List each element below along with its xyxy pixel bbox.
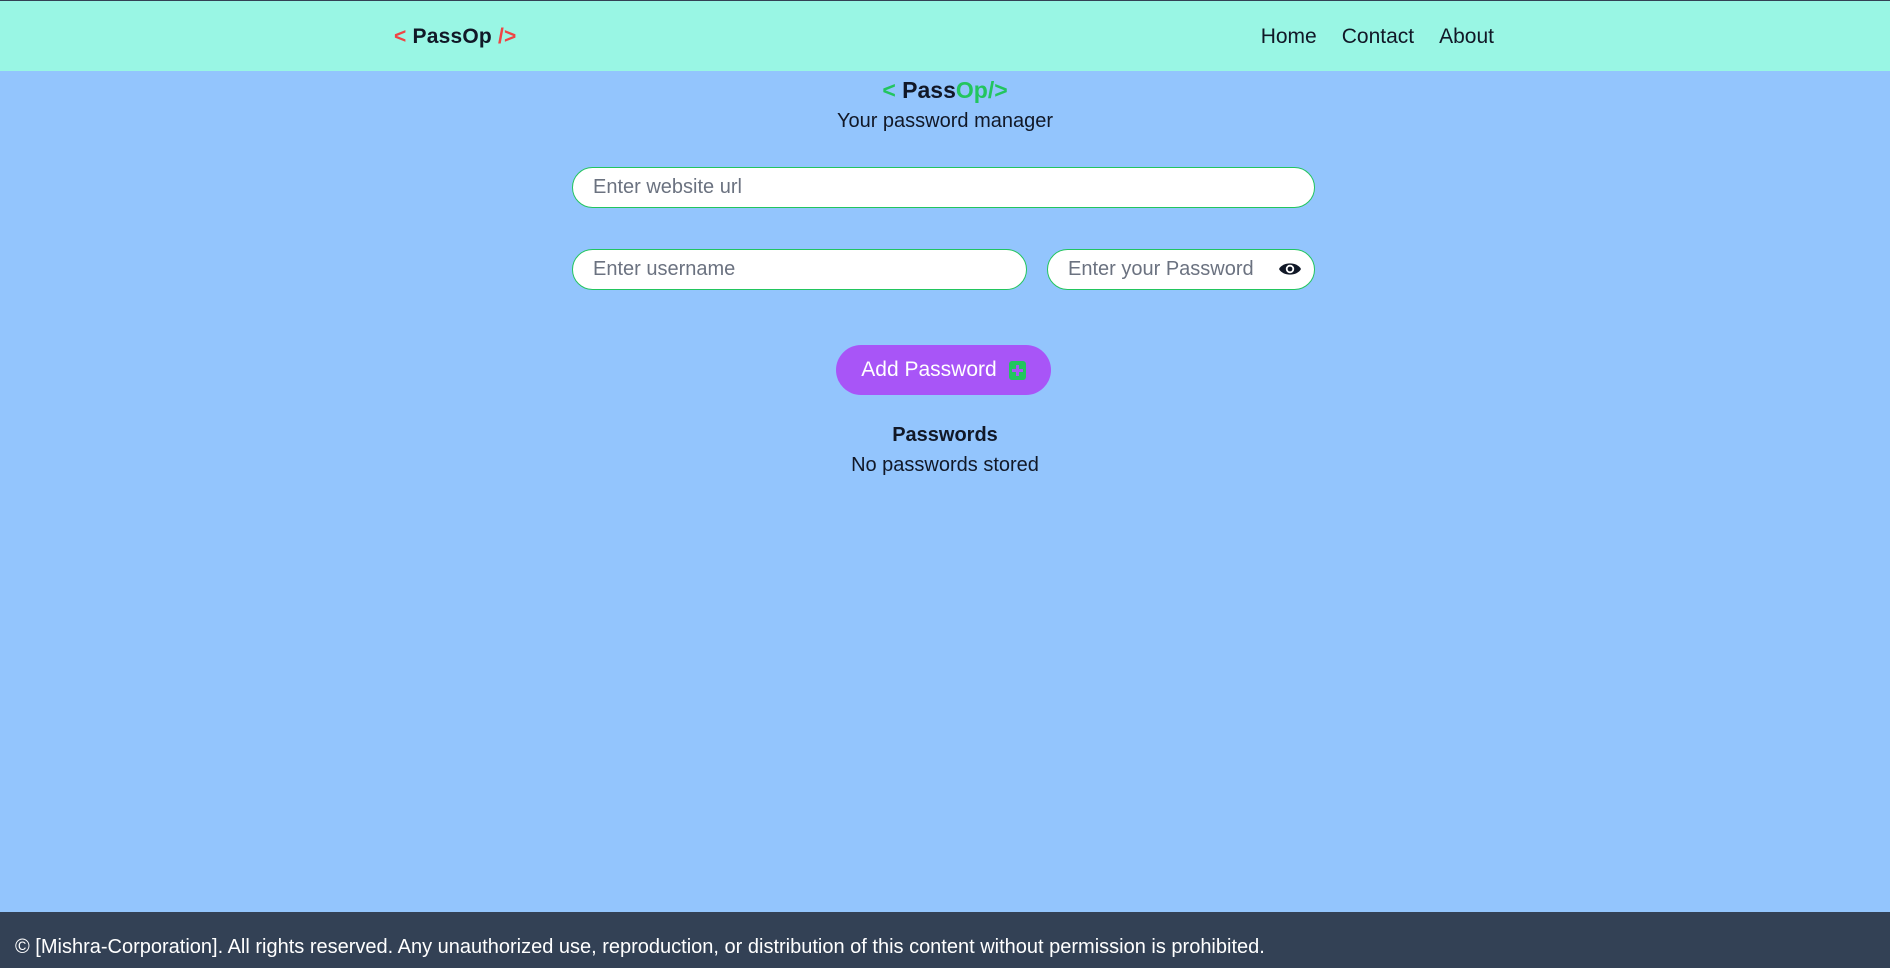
username-input[interactable] [572, 249, 1027, 290]
page-logo-pass: Pass [902, 77, 956, 103]
page-logo-op: Op/> [955, 77, 1008, 103]
add-square-icon [1008, 360, 1026, 380]
logo-close-bracket: /> [497, 25, 517, 48]
logo-open-bracket: < [394, 25, 407, 48]
footer-text: © [Mishra-Corporation]. All rights reser… [15, 936, 1265, 958]
add-password-button[interactable]: Add Password [836, 345, 1051, 395]
website-url-input[interactable] [572, 167, 1315, 208]
add-password-label: Add Password [861, 358, 997, 381]
logo-name: PassOp [412, 25, 492, 48]
eye-icon[interactable] [1278, 258, 1302, 280]
page-tagline: Your password manager [836, 110, 1054, 132]
nav-link-about[interactable]: About [1439, 25, 1494, 49]
passwords-empty-message: No passwords stored [851, 454, 1039, 476]
page-logo-open: < [882, 77, 896, 103]
password-input[interactable] [1047, 249, 1315, 290]
footer: © [Mishra-Corporation]. All rights reser… [0, 912, 1890, 968]
page-logo: < PassOp/> [0, 77, 1890, 104]
password-field-wrapper [1047, 249, 1315, 290]
nav-link-contact[interactable]: Contact [1342, 25, 1414, 49]
navbar: < PassOp /> Home Contact About [0, 0, 1890, 71]
passwords-heading: Passwords [892, 424, 998, 446]
nav-link-home[interactable]: Home [1261, 25, 1317, 49]
nav-links: Home Contact About [1261, 25, 1494, 49]
nav-logo[interactable]: < PassOp /> [394, 25, 516, 49]
